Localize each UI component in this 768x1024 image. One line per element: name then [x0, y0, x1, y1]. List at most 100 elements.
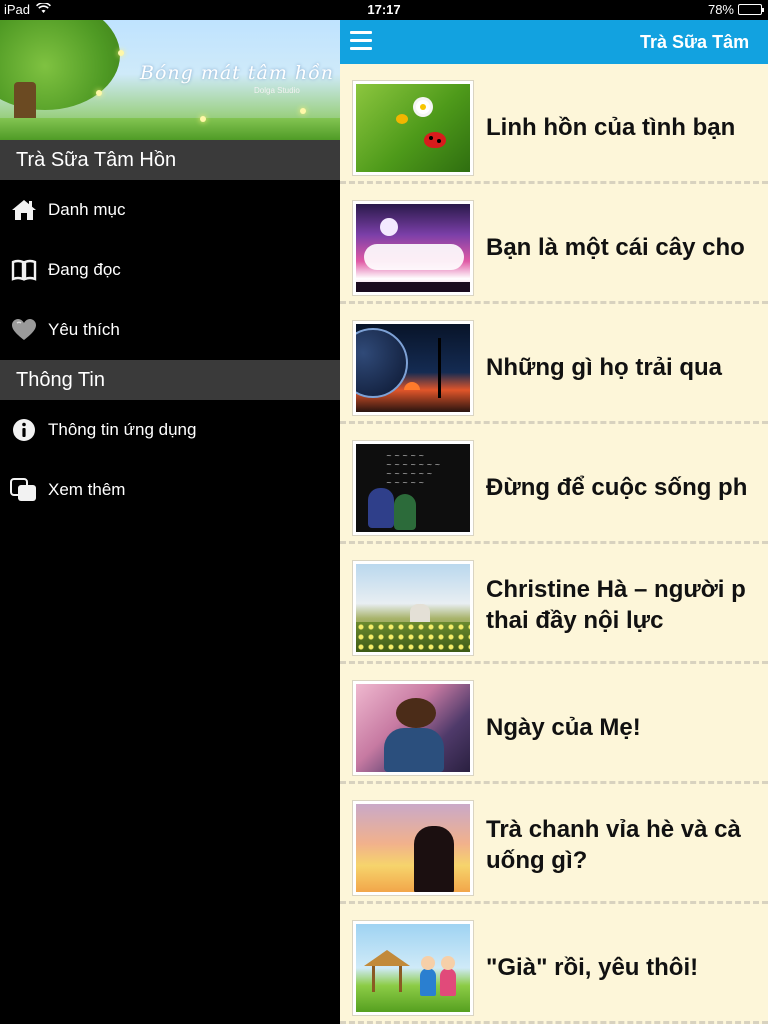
article-title: Ngày của Mẹ! [486, 712, 768, 743]
thumbnail-decorative-text: ~ ~ ~ ~ ~ ~ ~ ~ ~ ~ ~ ~ ~ ~ ~ ~ ~ ~ ~ ~ ~ ~… [386, 452, 441, 487]
article-thumbnail [352, 560, 474, 656]
flower-field [356, 622, 470, 652]
cloud [364, 244, 464, 270]
ladybug [424, 132, 446, 148]
menu-item-thong-tin-ung-dung[interactable]: Thông tin ứng dụng [0, 400, 340, 460]
more-apps-icon [10, 476, 38, 504]
battery-icon [738, 4, 764, 15]
flower [416, 100, 430, 114]
menu-item-xem-them[interactable]: Xem thêm [0, 460, 340, 520]
sparkle [118, 50, 124, 56]
article-title: Đừng để cuộc sống ph [486, 472, 768, 503]
thumbnail-image [356, 804, 470, 892]
article-list-panel: Trà Sữa Tâm Linh hồn của tình bạn Bạn là… [340, 20, 768, 1024]
menu-item-danh-muc[interactable]: Danh mục [0, 180, 340, 240]
menu-item-yeu-thich[interactable]: Yêu thích [0, 300, 340, 360]
sun [404, 382, 420, 390]
status-bar-right: 78% [707, 2, 764, 17]
article-row[interactable]: Linh hồn của tình bạn [340, 64, 768, 184]
banner-image: Bóng mát tâm hồn Dolga Studio [0, 20, 340, 140]
boy-figure [394, 494, 416, 530]
thumbnail-image [356, 84, 470, 172]
thumbnail-image [356, 204, 470, 292]
article-title-line: Bạn là một cái cây cho [486, 234, 745, 261]
section-header-thong-tin: Thông Tin [0, 360, 340, 400]
hut-posts [372, 966, 402, 992]
article-row[interactable]: ~ ~ ~ ~ ~ ~ ~ ~ ~ ~ ~ ~ ~ ~ ~ ~ ~ ~ ~ ~ ~ ~… [340, 424, 768, 544]
article-row[interactable]: "Già" rồi, yêu thôi! [340, 904, 768, 1024]
palm-tree [438, 338, 464, 398]
article-title: Trà chanh vỉa hè và cà uống gì? [486, 814, 768, 876]
hamburger-line [350, 47, 372, 50]
sparkle [300, 108, 306, 114]
thumbnail-image: ~ ~ ~ ~ ~ ~ ~ ~ ~ ~ ~ ~ ~ ~ ~ ~ ~ ~ ~ ~ ~ ~… [356, 444, 470, 532]
grass [0, 118, 340, 140]
article-thumbnail [352, 920, 474, 1016]
article-row[interactable]: Những gì họ trải qua [340, 304, 768, 424]
section-header-tra-sua: Trà Sữa Tâm Hồn [0, 140, 340, 180]
hut-roof [364, 950, 410, 966]
article-row[interactable]: Bạn là một cái cây cho [340, 184, 768, 304]
article-title-line: Những gì họ trải qua [486, 354, 723, 381]
article-thumbnail [352, 680, 474, 776]
article-title-line: Đừng để cuộc sống ph [486, 474, 748, 501]
figure-body [384, 728, 444, 772]
menu-item-label: Xem thêm [48, 480, 126, 499]
thumbnail-image [356, 924, 470, 1012]
hamburger-line [350, 31, 372, 34]
article-title-line: thai đầy nội lực [486, 607, 664, 634]
hamburger-menu-icon[interactable] [350, 31, 372, 51]
menu-item-label: Yêu thích [48, 320, 120, 339]
girl-figure [368, 488, 394, 528]
article-thumbnail: ~ ~ ~ ~ ~ ~ ~ ~ ~ ~ ~ ~ ~ ~ ~ ~ ~ ~ ~ ~ ~ ~… [352, 440, 474, 536]
ground [356, 282, 470, 292]
bug [396, 114, 408, 124]
article-title-line: "Già" rồi, yêu thôi! [486, 954, 699, 981]
article-title: Bạn là một cái cây cho [486, 232, 768, 263]
article-title-line: Christine Hà – người p [486, 576, 746, 603]
girl-figure [440, 956, 456, 996]
status-bar: iPad 17:17 78% [0, 0, 768, 20]
article-thumbnail [352, 320, 474, 416]
article-title-line: uống gì? [486, 847, 588, 874]
moon [380, 218, 398, 236]
side-menu: Bóng mát tâm hồn Dolga Studio Trà Sữa Tâ… [0, 20, 340, 1024]
menu-item-label: Đang đọc [48, 260, 121, 279]
article-thumbnail [352, 80, 474, 176]
nav-bar: Trà Sữa Tâm [340, 20, 768, 64]
sparkle [200, 116, 206, 122]
menu-item-label: Thông tin ứng dụng [48, 420, 197, 439]
article-title-line: Ngày của Mẹ! [486, 714, 641, 741]
thumbnail-image [356, 324, 470, 412]
article-row[interactable]: Ngày của Mẹ! [340, 664, 768, 784]
article-title: Linh hồn của tình bạn [486, 112, 768, 143]
clock: 17:17 [367, 2, 401, 17]
article-title-line: Trà chanh vỉa hè và cà [486, 816, 741, 843]
article-row[interactable]: Christine Hà – người p thai đầy nội lực [340, 544, 768, 664]
boy-figure [420, 956, 436, 996]
article-thumbnail [352, 800, 474, 896]
article-list: Linh hồn của tình bạn Bạn là một cái cây… [340, 64, 768, 1024]
heart-icon [10, 316, 38, 344]
book-icon [10, 256, 38, 284]
banner-subtitle: Dolga Studio [254, 86, 300, 95]
home-icon [10, 196, 38, 224]
info-icon [10, 416, 38, 444]
thumbnail-image [356, 684, 470, 772]
article-title: Christine Hà – người p thai đầy nội lực [486, 574, 768, 636]
menu-item-label: Danh mục [48, 200, 126, 219]
hair [396, 698, 436, 728]
planet [356, 328, 408, 398]
article-thumbnail [352, 200, 474, 296]
hamburger-line [350, 39, 372, 42]
thumbnail-image [356, 564, 470, 652]
article-title: Những gì họ trải qua [486, 352, 768, 383]
article-title: "Già" rồi, yêu thôi! [486, 952, 768, 983]
article-title-line: Linh hồn của tình bạn [486, 114, 736, 141]
nav-title: Trà Sữa Tâm [640, 32, 750, 52]
menu-item-dang-doc[interactable]: Đang đọc [0, 240, 340, 300]
battery-percent: 78% [707, 2, 734, 17]
article-row[interactable]: Trà chanh vỉa hè và cà uống gì? [340, 784, 768, 904]
sparkle [96, 90, 102, 96]
couple-silhouette [414, 826, 454, 892]
